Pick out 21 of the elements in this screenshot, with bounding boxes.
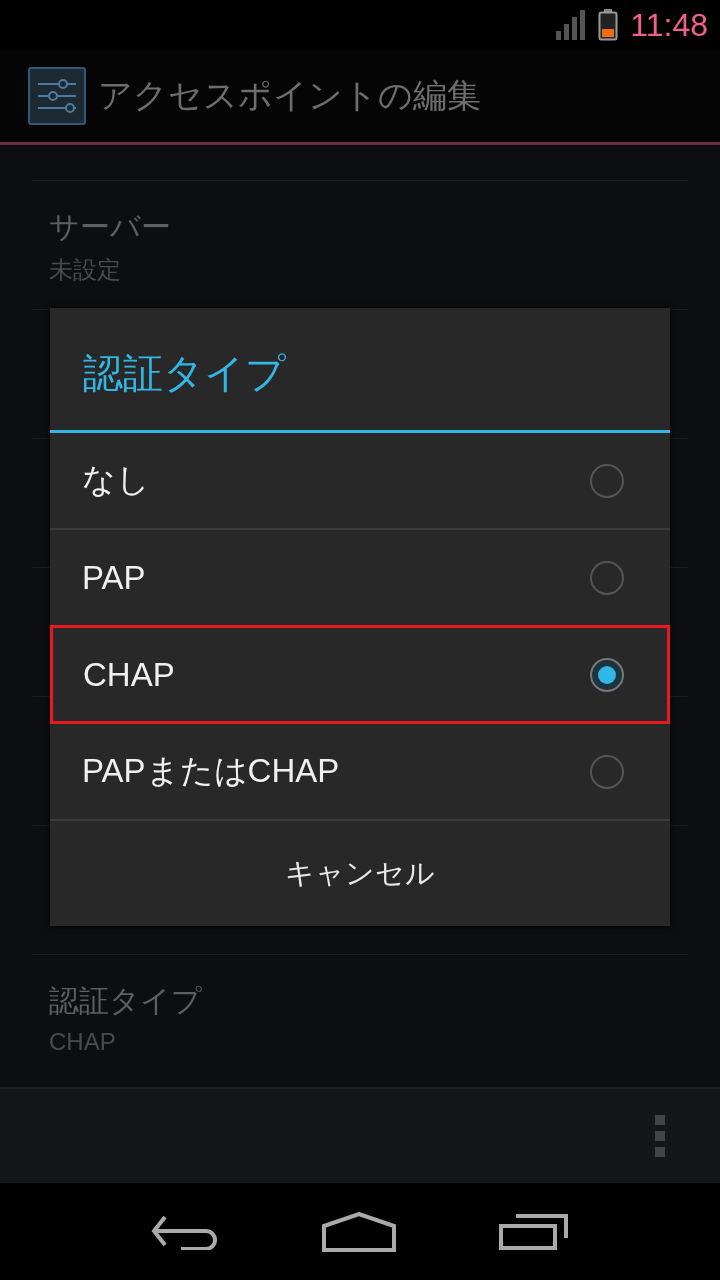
screen-title: アクセスポイントの編集 [98,74,481,117]
signal-icon [556,10,587,40]
radio-button[interactable] [590,657,624,692]
battery-icon [598,9,619,41]
option-row[interactable]: CHAP [50,625,670,724]
option-label: PAPまたはCHAP [82,751,340,791]
option-label: PAP [82,558,146,597]
dialog-title: 認証タイプ [50,308,670,433]
option-row[interactable]: PAP [50,530,670,627]
option-label: CHAP [83,655,175,694]
radio-button[interactable] [590,560,624,595]
recent-apps-icon[interactable] [498,1213,569,1250]
option-label: なし [82,460,150,500]
home-icon[interactable] [322,1211,396,1252]
radio-button[interactable] [590,754,624,789]
radio-button[interactable] [590,463,624,498]
back-icon[interactable] [151,1213,220,1250]
cancel-button[interactable]: キャンセル [50,821,670,926]
clock: 11:48 [630,6,708,44]
option-row[interactable]: なし [50,433,670,530]
sliders-icon [28,67,86,125]
